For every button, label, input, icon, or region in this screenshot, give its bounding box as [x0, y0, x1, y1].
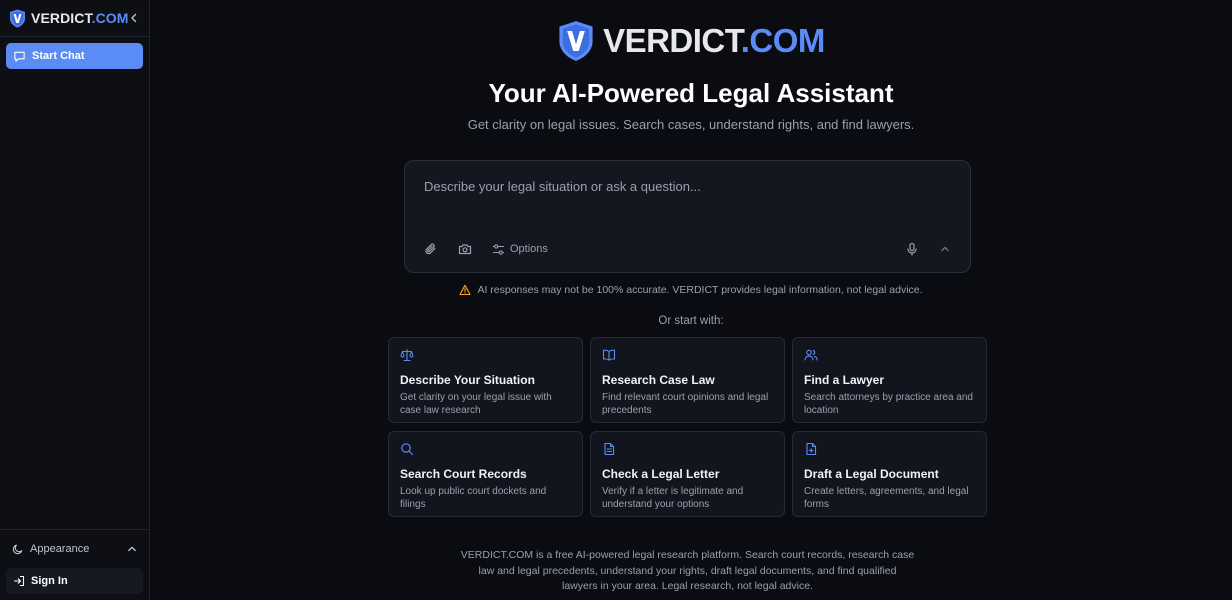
card-description: Verify if a letter is legitimate and und…	[602, 486, 744, 510]
card-description: Find relevant court opinions and legal p…	[602, 392, 769, 416]
card-search-court-records[interactable]: Search Court Records Look up public cour…	[388, 431, 583, 517]
main-content: VERDICT.COM Your AI-Powered Legal Assist…	[150, 0, 1232, 600]
shield-logo-icon	[557, 20, 595, 62]
card-description: Look up public court dockets and filings	[400, 486, 547, 510]
chat-bubble-icon	[13, 50, 26, 63]
expand-button[interactable]	[939, 243, 951, 255]
login-icon	[13, 575, 25, 587]
card-describe-situation[interactable]: Describe Your Situation Get clarity on y…	[388, 337, 583, 423]
appearance-label: Appearance	[30, 543, 90, 555]
starter-cards: Describe Your Situation Get clarity on y…	[388, 337, 987, 517]
footer-description: VERDICT.COM is a free AI-powered legal r…	[460, 549, 915, 592]
sign-in-button[interactable]: Sign In	[6, 568, 143, 594]
book-icon	[602, 348, 773, 362]
options-button[interactable]: Options	[492, 243, 548, 256]
sidebar-header: VERDICT.COM	[0, 0, 149, 37]
paperclip-icon	[424, 242, 438, 256]
camera-button[interactable]	[458, 242, 472, 256]
shield-logo-icon	[9, 9, 26, 28]
disclaimer-text: AI responses may not be 100% accurate. V…	[477, 284, 923, 296]
document-icon	[602, 442, 773, 456]
card-title: Describe Your Situation	[400, 373, 535, 387]
chat-tools-right	[905, 242, 951, 256]
hero-brand-domain: .COM	[740, 22, 826, 59]
search-icon	[400, 442, 571, 456]
hero-logo-text: VERDICT.COM	[603, 22, 825, 60]
options-label: Options	[510, 243, 548, 255]
app: VERDICT.COM Start Chat Appearance Sign I…	[0, 0, 1232, 600]
card-find-lawyer[interactable]: Find a Lawyer Search attorneys by practi…	[792, 337, 987, 423]
chevron-up-icon	[939, 243, 951, 255]
voice-input-button[interactable]	[905, 242, 919, 256]
hero-logo: VERDICT.COM	[150, 20, 1232, 62]
page-title: Your AI-Powered Legal Assistant	[488, 78, 894, 108]
appearance-toggle[interactable]: Appearance	[6, 536, 143, 562]
or-start-label: Or start with:	[658, 315, 724, 327]
brand-domain: .COM	[91, 10, 129, 26]
microphone-icon	[905, 242, 919, 256]
chevron-up-icon	[127, 544, 137, 554]
card-title: Search Court Records	[400, 467, 527, 481]
sliders-icon	[492, 243, 505, 256]
sidebar: VERDICT.COM Start Chat Appearance Sign I…	[0, 0, 150, 600]
card-draft-legal-document[interactable]: Draft a Legal Document Create letters, a…	[792, 431, 987, 517]
card-title: Find a Lawyer	[804, 373, 885, 387]
scale-icon	[400, 348, 571, 362]
hero-brand-name: VERDICT	[603, 22, 741, 59]
sidebar-logo[interactable]: VERDICT.COM	[9, 9, 129, 28]
chat-tools-left: Options	[424, 242, 548, 256]
attach-button[interactable]	[424, 242, 438, 256]
sidebar-footer: Appearance Sign In	[0, 529, 149, 600]
ai-disclaimer: AI responses may not be 100% accurate. V…	[150, 284, 1232, 296]
sign-in-label: Sign In	[31, 575, 68, 587]
chat-input[interactable]	[424, 179, 944, 194]
chevron-left-icon[interactable]	[129, 11, 140, 25]
card-description: Search attorneys by practice area and lo…	[804, 392, 973, 416]
camera-icon	[458, 242, 472, 256]
users-icon	[804, 348, 975, 362]
card-description: Create letters, agreements, and legal fo…	[804, 486, 969, 510]
file-plus-icon	[804, 442, 975, 456]
page-subtitle: Get clarity on legal issues. Search case…	[467, 117, 915, 132]
sidebar-nav: Start Chat	[0, 37, 149, 529]
card-research-case-law[interactable]: Research Case Law Find relevant court op…	[590, 337, 785, 423]
card-title: Check a Legal Letter	[602, 467, 720, 481]
warning-icon	[459, 284, 471, 296]
card-title: Draft a Legal Document	[804, 467, 939, 481]
brand-name: VERDICT	[31, 10, 92, 26]
card-title: Research Case Law	[602, 373, 715, 387]
card-description: Get clarity on your legal issue with cas…	[400, 392, 552, 416]
sidebar-logo-text: VERDICT.COM	[31, 10, 129, 26]
start-chat-button[interactable]: Start Chat	[6, 43, 143, 69]
chat-composer: Options	[404, 160, 971, 273]
start-chat-label: Start Chat	[32, 50, 85, 62]
moon-icon	[12, 543, 24, 555]
card-check-legal-letter[interactable]: Check a Legal Letter Verify if a letter …	[590, 431, 785, 517]
